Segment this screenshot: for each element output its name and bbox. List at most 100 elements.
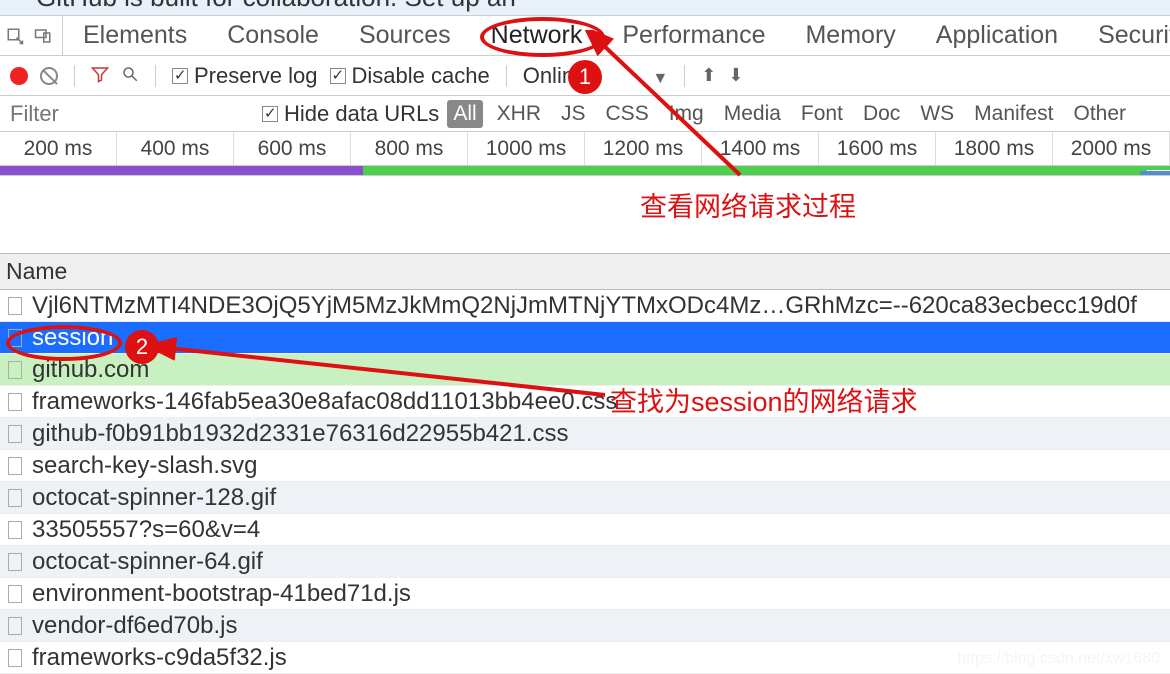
divider — [74, 65, 75, 87]
inspect-icon[interactable] — [6, 27, 24, 45]
request-name: vendor-df6ed70b.js — [32, 612, 237, 640]
request-name: github-f0b91bb1932d2331e76316d22955b421.… — [32, 420, 569, 448]
tab-application[interactable]: Application — [916, 15, 1078, 56]
request-row[interactable]: octocat-spinner-64.gif — [0, 546, 1170, 578]
annotation-circle-session — [6, 325, 122, 361]
file-icon — [8, 361, 22, 379]
tick: 1200 ms — [585, 132, 702, 165]
tick: 200 ms — [0, 132, 117, 165]
request-name: search-key-slash.svg — [32, 452, 257, 480]
filter-toggle-icon[interactable] — [91, 63, 109, 89]
tick: 600 ms — [234, 132, 351, 165]
request-name: environment-bootstrap-41bed71d.js — [32, 580, 411, 608]
overview-bar — [363, 166, 1147, 175]
request-row[interactable]: 33505557?s=60&v=4 — [0, 514, 1170, 546]
tab-elements[interactable]: Elements — [63, 15, 207, 56]
request-row[interactable]: Vjl6NTMzMTI4NDE3OjQ5YjM5MzJkMmQ2NjJmMTNj… — [0, 290, 1170, 322]
file-icon — [8, 489, 22, 507]
page-banner: GitHub is built for collaboration. Set u… — [0, 0, 1170, 16]
chip-ws[interactable]: WS — [914, 100, 960, 128]
overview-spacer — [0, 176, 1170, 254]
file-icon — [8, 521, 22, 539]
tick: 1800 ms — [936, 132, 1053, 165]
file-icon — [8, 393, 22, 411]
chip-font[interactable]: Font — [795, 100, 849, 128]
chip-xhr[interactable]: XHR — [491, 100, 547, 128]
preserve-log-checkbox[interactable]: Preserve log — [172, 63, 318, 89]
chip-media[interactable]: Media — [718, 100, 787, 128]
hide-data-urls-checkbox[interactable]: Hide data URLs — [262, 101, 439, 127]
requests-header-name[interactable]: Name — [0, 254, 1170, 290]
divider — [155, 65, 156, 87]
chip-other[interactable]: Other — [1068, 100, 1133, 128]
overview-bar — [1140, 166, 1170, 170]
divider — [506, 65, 507, 87]
preserve-log-label: Preserve log — [194, 63, 318, 89]
request-row[interactable]: search-key-slash.svg — [0, 450, 1170, 482]
overview-bar — [1140, 171, 1170, 175]
request-row[interactable]: github.com — [0, 354, 1170, 386]
chip-all[interactable]: All — [447, 100, 482, 128]
tab-console[interactable]: Console — [207, 15, 339, 56]
device-toggle-icon[interactable] — [34, 27, 52, 45]
request-row[interactable]: frameworks-146fab5ea30e8afac08dd11013bb4… — [0, 386, 1170, 418]
timeline-ruler[interactable]: 200 ms 400 ms 600 ms 800 ms 1000 ms 1200… — [0, 132, 1170, 166]
request-row[interactable]: vendor-df6ed70b.js — [0, 610, 1170, 642]
request-name: 33505557?s=60&v=4 — [32, 516, 260, 544]
file-icon — [8, 585, 22, 603]
request-name: octocat-spinner-64.gif — [32, 548, 263, 576]
file-icon — [8, 297, 22, 315]
request-row[interactable]: session — [0, 322, 1170, 354]
request-name: octocat-spinner-128.gif — [32, 484, 276, 512]
record-button[interactable] — [10, 67, 28, 85]
tick: 2000 ms — [1053, 132, 1170, 165]
disable-cache-checkbox[interactable]: Disable cache — [330, 63, 490, 89]
chevron-down-icon: ▼ — [652, 70, 668, 87]
requests-list: Vjl6NTMzMTI4NDE3OjQ5YjM5MzJkMmQ2NjJmMTNj… — [0, 290, 1170, 674]
tab-security[interactable]: Security — [1078, 15, 1170, 56]
watermark: https://blog.csdn.net/xw1680 — [957, 650, 1160, 668]
divider — [684, 65, 685, 87]
request-row[interactable]: github-f0b91bb1932d2331e76316d22955b421.… — [0, 418, 1170, 450]
file-icon — [8, 553, 22, 571]
chip-css[interactable]: CSS — [600, 100, 655, 128]
tab-memory[interactable]: Memory — [785, 15, 915, 56]
annotation-circle-network — [480, 17, 605, 57]
file-icon — [8, 649, 22, 667]
tab-sources[interactable]: Sources — [339, 15, 471, 56]
disable-cache-label: Disable cache — [352, 63, 490, 89]
search-icon[interactable] — [121, 63, 139, 89]
request-row[interactable]: environment-bootstrap-41bed71d.js — [0, 578, 1170, 610]
hide-data-urls-label: Hide data URLs — [284, 101, 439, 127]
annotation-badge-1: 1 — [568, 60, 602, 94]
upload-har-icon[interactable]: ⬆ — [701, 65, 716, 86]
tick: 1400 ms — [702, 132, 819, 165]
annotation-text-1: 查看网络请求过程 — [640, 185, 856, 224]
tick: 1600 ms — [819, 132, 936, 165]
chip-doc[interactable]: Doc — [857, 100, 906, 128]
chip-js[interactable]: JS — [555, 100, 592, 128]
request-name: frameworks-c9da5f32.js — [32, 644, 287, 672]
file-icon — [8, 617, 22, 635]
download-har-icon[interactable]: ⬇ — [728, 65, 743, 86]
chip-manifest[interactable]: Manifest — [968, 100, 1059, 128]
overview-bar — [0, 166, 363, 175]
banner-text: GitHub is built for collaboration. Set u… — [36, 0, 516, 12]
chip-img[interactable]: Img — [663, 100, 710, 128]
tab-performance[interactable]: Performance — [602, 15, 785, 56]
filter-bar: Hide data URLs All XHR JS CSS Img Media … — [0, 96, 1170, 132]
filter-input[interactable] — [6, 101, 254, 127]
file-icon — [8, 425, 22, 443]
annotation-text-2: 查找为session的网络请求 — [610, 380, 918, 419]
devtools-corner-icons — [6, 16, 63, 55]
tick: 400 ms — [117, 132, 234, 165]
waterfall-overview[interactable] — [0, 166, 1170, 176]
annotation-badge-2: 2 — [125, 330, 159, 364]
request-name: Vjl6NTMzMTI4NDE3OjQ5YjM5MzJkMmQ2NjJmMTNj… — [32, 292, 1137, 320]
tick: 1000 ms — [468, 132, 585, 165]
request-name: frameworks-146fab5ea30e8afac08dd11013bb4… — [32, 388, 617, 416]
file-icon — [8, 457, 22, 475]
clear-button[interactable] — [40, 67, 58, 85]
tick: 800 ms — [351, 132, 468, 165]
request-row[interactable]: octocat-spinner-128.gif — [0, 482, 1170, 514]
